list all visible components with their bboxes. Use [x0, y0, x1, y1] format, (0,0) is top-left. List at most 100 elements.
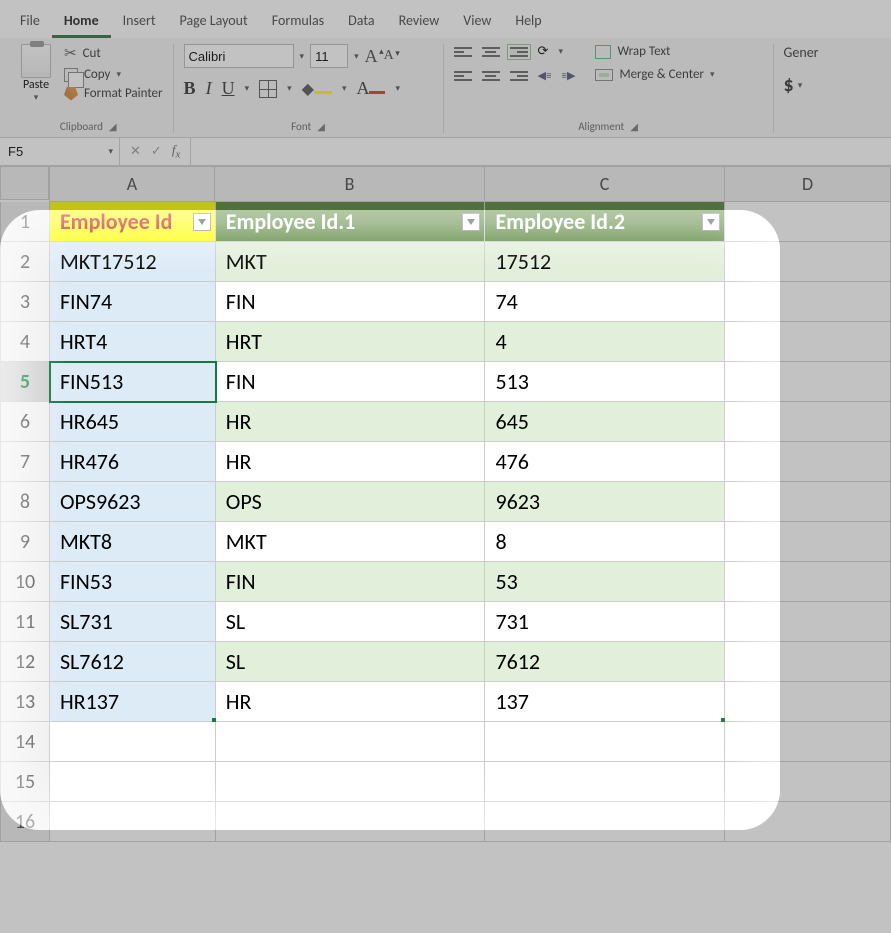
- copy-button[interactable]: Copy▾: [64, 67, 163, 82]
- cell-A9[interactable]: MKT8: [50, 522, 216, 562]
- cell-C2[interactable]: 17512: [485, 242, 725, 282]
- cell-B16[interactable]: [216, 802, 486, 842]
- cell-D1[interactable]: [725, 202, 891, 242]
- cell-A14[interactable]: [50, 722, 216, 762]
- cell-A5[interactable]: FIN513: [50, 362, 216, 402]
- cell-A15[interactable]: [50, 762, 216, 802]
- decrease-font-icon[interactable]: A▾: [384, 48, 394, 64]
- align-middle-button[interactable]: [482, 47, 500, 57]
- chevron-down-icon[interactable]: ▾: [342, 83, 347, 94]
- cell-C12[interactable]: 7612: [485, 642, 725, 682]
- chevron-down-icon[interactable]: ▾: [34, 92, 39, 103]
- row-header[interactable]: 6: [0, 402, 50, 442]
- enter-formula-icon[interactable]: ✓: [151, 144, 162, 159]
- cell-C14[interactable]: [485, 722, 725, 762]
- column-header-B[interactable]: B: [215, 166, 485, 202]
- cell-A16[interactable]: [50, 802, 216, 842]
- tab-view[interactable]: View: [451, 6, 503, 38]
- select-all-corner[interactable]: [0, 166, 49, 200]
- cell-A12[interactable]: SL7612: [50, 642, 216, 682]
- row-header[interactable]: 16: [0, 802, 50, 842]
- font-color-button[interactable]: A: [356, 78, 385, 99]
- align-left-button[interactable]: [454, 71, 472, 81]
- paste-button[interactable]: Paste ▾: [14, 44, 58, 103]
- row-header[interactable]: 14: [0, 722, 50, 762]
- cell-D9[interactable]: [725, 522, 891, 562]
- cell-B9[interactable]: MKT: [216, 522, 486, 562]
- wrap-text-button[interactable]: Wrap Text: [595, 44, 714, 59]
- cell-C8[interactable]: 9623: [485, 482, 725, 522]
- merge-center-button[interactable]: Merge & Center▾: [595, 67, 714, 82]
- cell-C16[interactable]: [485, 802, 725, 842]
- cancel-formula-icon[interactable]: ✕: [130, 144, 141, 159]
- tab-insert[interactable]: Insert: [111, 6, 168, 38]
- name-box[interactable]: ▾: [0, 138, 120, 165]
- chevron-down-icon[interactable]: ▾: [287, 83, 292, 94]
- chevron-down-icon[interactable]: ▾: [798, 80, 803, 91]
- cell-A8[interactable]: OPS9623: [50, 482, 216, 522]
- cell-C4[interactable]: 4: [485, 322, 725, 362]
- align-right-button[interactable]: [510, 71, 528, 81]
- borders-button[interactable]: [259, 80, 277, 98]
- increase-font-icon[interactable]: A▴: [365, 46, 378, 67]
- cell-C7[interactable]: 476: [485, 442, 725, 482]
- chevron-down-icon[interactable]: ▾: [300, 51, 305, 62]
- cell-A7[interactable]: HR476: [50, 442, 216, 482]
- cell-B8[interactable]: OPS: [216, 482, 486, 522]
- cell-A13[interactable]: HR137: [50, 682, 216, 722]
- cell-D7[interactable]: [725, 442, 891, 482]
- column-header-D[interactable]: D: [725, 166, 891, 202]
- chevron-down-icon[interactable]: ▾: [395, 83, 400, 94]
- cell-B13[interactable]: HR: [216, 682, 486, 722]
- cell-A3[interactable]: FIN74: [50, 282, 216, 322]
- cell-C10[interactable]: 53: [485, 562, 725, 602]
- cell-D5[interactable]: [725, 362, 891, 402]
- tab-help[interactable]: Help: [503, 6, 553, 38]
- decrease-indent-button[interactable]: ◀≡: [538, 69, 552, 82]
- chevron-down-icon[interactable]: ▾: [245, 83, 250, 94]
- italic-button[interactable]: I: [206, 78, 212, 99]
- filter-button[interactable]: [462, 213, 480, 231]
- cell-B1[interactable]: Employee Id.1: [216, 202, 486, 242]
- row-header[interactable]: 2: [0, 242, 50, 282]
- currency-button[interactable]: $: [784, 73, 794, 97]
- row-header[interactable]: 3: [0, 282, 50, 322]
- align-bottom-button[interactable]: [510, 47, 528, 57]
- tab-file[interactable]: File: [8, 6, 52, 38]
- cell-B11[interactable]: SL: [216, 602, 486, 642]
- cell-D15[interactable]: [725, 762, 891, 802]
- align-center-button[interactable]: [482, 71, 500, 81]
- cell-A2[interactable]: MKT17512: [50, 242, 216, 282]
- cell-C6[interactable]: 645: [485, 402, 725, 442]
- cell-D2[interactable]: [725, 242, 891, 282]
- filter-button[interactable]: [193, 213, 211, 231]
- name-box-input[interactable]: [0, 138, 108, 165]
- tab-page-layout[interactable]: Page Layout: [168, 6, 260, 38]
- align-top-button[interactable]: [454, 47, 472, 57]
- dialog-launcher-icon[interactable]: ◢: [109, 120, 117, 133]
- chevron-down-icon[interactable]: ▾: [116, 69, 121, 80]
- cell-D3[interactable]: [725, 282, 891, 322]
- tab-data[interactable]: Data: [336, 6, 386, 38]
- row-header[interactable]: 7: [0, 442, 50, 482]
- chevron-down-icon[interactable]: ▾: [558, 46, 563, 57]
- fx-icon[interactable]: fx: [172, 142, 180, 161]
- underline-button[interactable]: U: [222, 78, 235, 99]
- row-header[interactable]: 11: [0, 602, 50, 642]
- row-header[interactable]: 8: [0, 482, 50, 522]
- formula-input[interactable]: [191, 138, 891, 165]
- format-painter-button[interactable]: Format Painter: [64, 86, 163, 101]
- cell-C3[interactable]: 74: [485, 282, 725, 322]
- row-header[interactable]: 13: [0, 682, 50, 722]
- cell-D11[interactable]: [725, 602, 891, 642]
- cut-button[interactable]: ✂Cut: [64, 44, 163, 63]
- dialog-launcher-icon[interactable]: ◢: [630, 120, 638, 133]
- cell-D10[interactable]: [725, 562, 891, 602]
- cell-C5[interactable]: 513: [485, 362, 725, 402]
- chevron-down-icon[interactable]: ▾: [354, 51, 359, 62]
- cell-B7[interactable]: HR: [216, 442, 486, 482]
- column-header-C[interactable]: C: [485, 166, 725, 202]
- cell-A11[interactable]: SL731: [50, 602, 216, 642]
- cell-C1[interactable]: Employee Id.2: [485, 202, 725, 242]
- cell-C9[interactable]: 8: [485, 522, 725, 562]
